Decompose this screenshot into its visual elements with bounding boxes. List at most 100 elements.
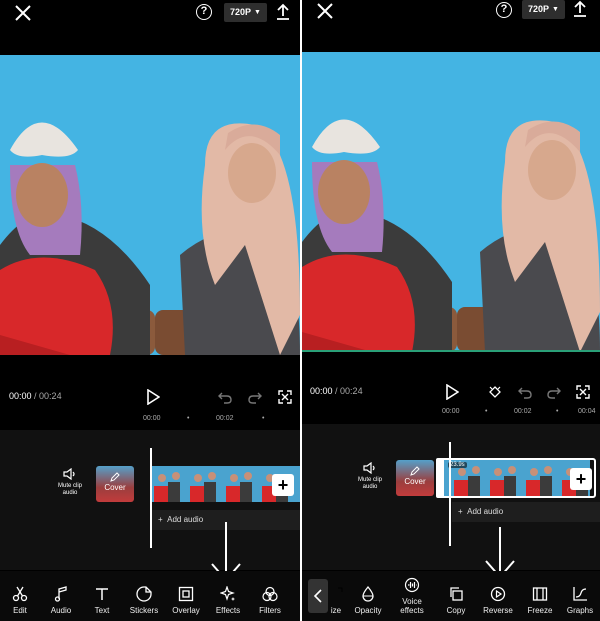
tool-overlay[interactable]: Overlay [164,586,208,615]
fullscreen-icon[interactable] [278,390,292,404]
time-separator: / [332,386,341,396]
voice-effects-icon [404,577,420,593]
add-audio-button[interactable]: + Add audio [452,502,600,522]
undo-icon[interactable] [518,385,532,399]
time-display: 00:00 / 00:24 [310,386,363,396]
left-screen: ? 720P ▼ 00:00 / 00:24 00:00 • 00:02 • M… [0,0,300,621]
resolution-button[interactable]: 720P ▼ [224,3,267,22]
tool-label: Effects [215,606,241,615]
export-icon[interactable] [275,3,291,21]
ruler-dot: • [187,415,190,422]
resolution-label: 720P [528,4,550,14]
pencil-icon [410,466,420,476]
player-controls: 00:00 / 00:24 [302,382,600,402]
undo-icon[interactable] [218,390,232,404]
tool-text[interactable]: Text [80,586,124,615]
playhead[interactable] [150,448,152,548]
cover-button[interactable]: Cover [96,466,134,502]
tool-voice-effects[interactable]: Voice effects [390,577,434,615]
keyframe-icon[interactable] [488,385,502,399]
tool-label: Stickers [129,606,159,615]
current-time: 00:00 [9,391,32,401]
bottom-toolbar: Edit Audio Text Stickers Overlay Effects… [0,571,300,621]
tool-label: Overlay [172,606,200,615]
redo-icon[interactable] [547,385,561,399]
tool-audio[interactable]: Audio [39,586,83,615]
tool-label: Audio [50,606,72,615]
ruler-tick-label: 00:02 [514,408,532,415]
help-icon[interactable]: ? [496,2,512,18]
speaker-icon [63,468,75,480]
bottom-toolbar: ize Opacity Voice effects Copy Reverse F… [302,571,600,621]
plus-icon: + [458,507,463,516]
sticker-icon [136,586,152,602]
redo-icon[interactable] [248,390,262,404]
right-screen: ? 720P ▼ 00:00 / 00:24 00:00 • 00:02 • 0… [302,0,600,621]
fullscreen-icon[interactable] [576,385,590,399]
tool-copy[interactable]: Copy [434,586,478,615]
timeline[interactable]: Mute clip audio Cover 23.9s + + Add audi… [302,424,600,570]
pencil-icon [110,472,120,482]
top-bar: ? 720P ▼ [0,0,300,26]
graphs-icon [573,587,587,601]
total-time: 00:24 [39,391,62,401]
tool-opacity[interactable]: Opacity [346,586,390,615]
tool-label: Freeze [527,606,553,615]
current-time: 00:00 [310,386,333,396]
add-clip-button[interactable]: + [272,474,294,496]
play-icon[interactable] [146,389,160,405]
ruler-tick-label: 00:00 [442,408,460,415]
player-controls: 00:00 / 00:24 [0,387,300,407]
help-icon[interactable]: ? [196,4,212,20]
tool-freeze[interactable]: Freeze [518,586,562,615]
tool-effects[interactable]: Effects [206,586,250,615]
tool-stickers[interactable]: Stickers [122,586,166,615]
mute-label: Mute clip [57,483,82,489]
top-bar: ? 720P ▼ [302,0,600,26]
export-icon[interactable] [572,0,588,18]
plus-icon: + [158,515,163,524]
close-icon[interactable] [12,2,34,24]
scissors-icon [12,586,28,602]
time-ruler: 00:00 • 00:02 • 00:04 [302,406,600,420]
speaker-icon [363,462,375,474]
resize-icon [338,587,343,592]
resolution-label: 720P [230,7,252,17]
close-icon[interactable] [314,0,336,22]
tool-label: Voice effects [400,597,424,615]
ruler-dot: • [262,415,265,422]
tool-graphs[interactable]: Graphs [558,586,600,615]
tool-label: Copy [446,606,466,615]
play-icon[interactable] [445,384,459,400]
opacity-icon [362,586,374,602]
tool-edit[interactable]: Edit [0,586,42,615]
tool-label: Text [94,606,110,615]
tool-filters[interactable]: Filters [248,586,292,615]
tool-label: Filters [259,606,281,615]
tool-label: Opacity [354,606,382,615]
caret-down-icon: ▼ [552,6,559,13]
mute-clip-audio-button[interactable]: Mute clip audio [50,468,90,497]
ruler-tick-label: 00:04 [578,408,596,415]
tool-reverse[interactable]: Reverse [476,586,520,615]
cover-button[interactable]: Cover [396,460,434,496]
ruler-dot: • [485,408,488,415]
mute-label: audio [62,490,78,496]
trim-handle-left[interactable] [436,458,444,498]
video-frame [0,55,300,355]
video-frame [302,52,600,350]
tool-label: Reverse [483,606,513,615]
cover-label: Cover [404,477,426,486]
playhead[interactable] [449,442,451,546]
text-icon [96,588,108,600]
resolution-button[interactable]: 720P ▼ [522,0,565,19]
tool-label: Graphs [566,606,594,615]
timeline[interactable]: Mute clip audio Cover + + Add audio [0,430,300,570]
video-preview[interactable] [302,52,600,352]
time-display: 00:00 / 00:24 [9,391,62,401]
reverse-icon [490,586,506,602]
time-separator: / [31,391,40,401]
video-preview[interactable] [0,55,300,355]
mute-clip-audio-button[interactable]: Mute clip audio [350,462,390,491]
add-clip-button[interactable]: + [570,468,592,490]
